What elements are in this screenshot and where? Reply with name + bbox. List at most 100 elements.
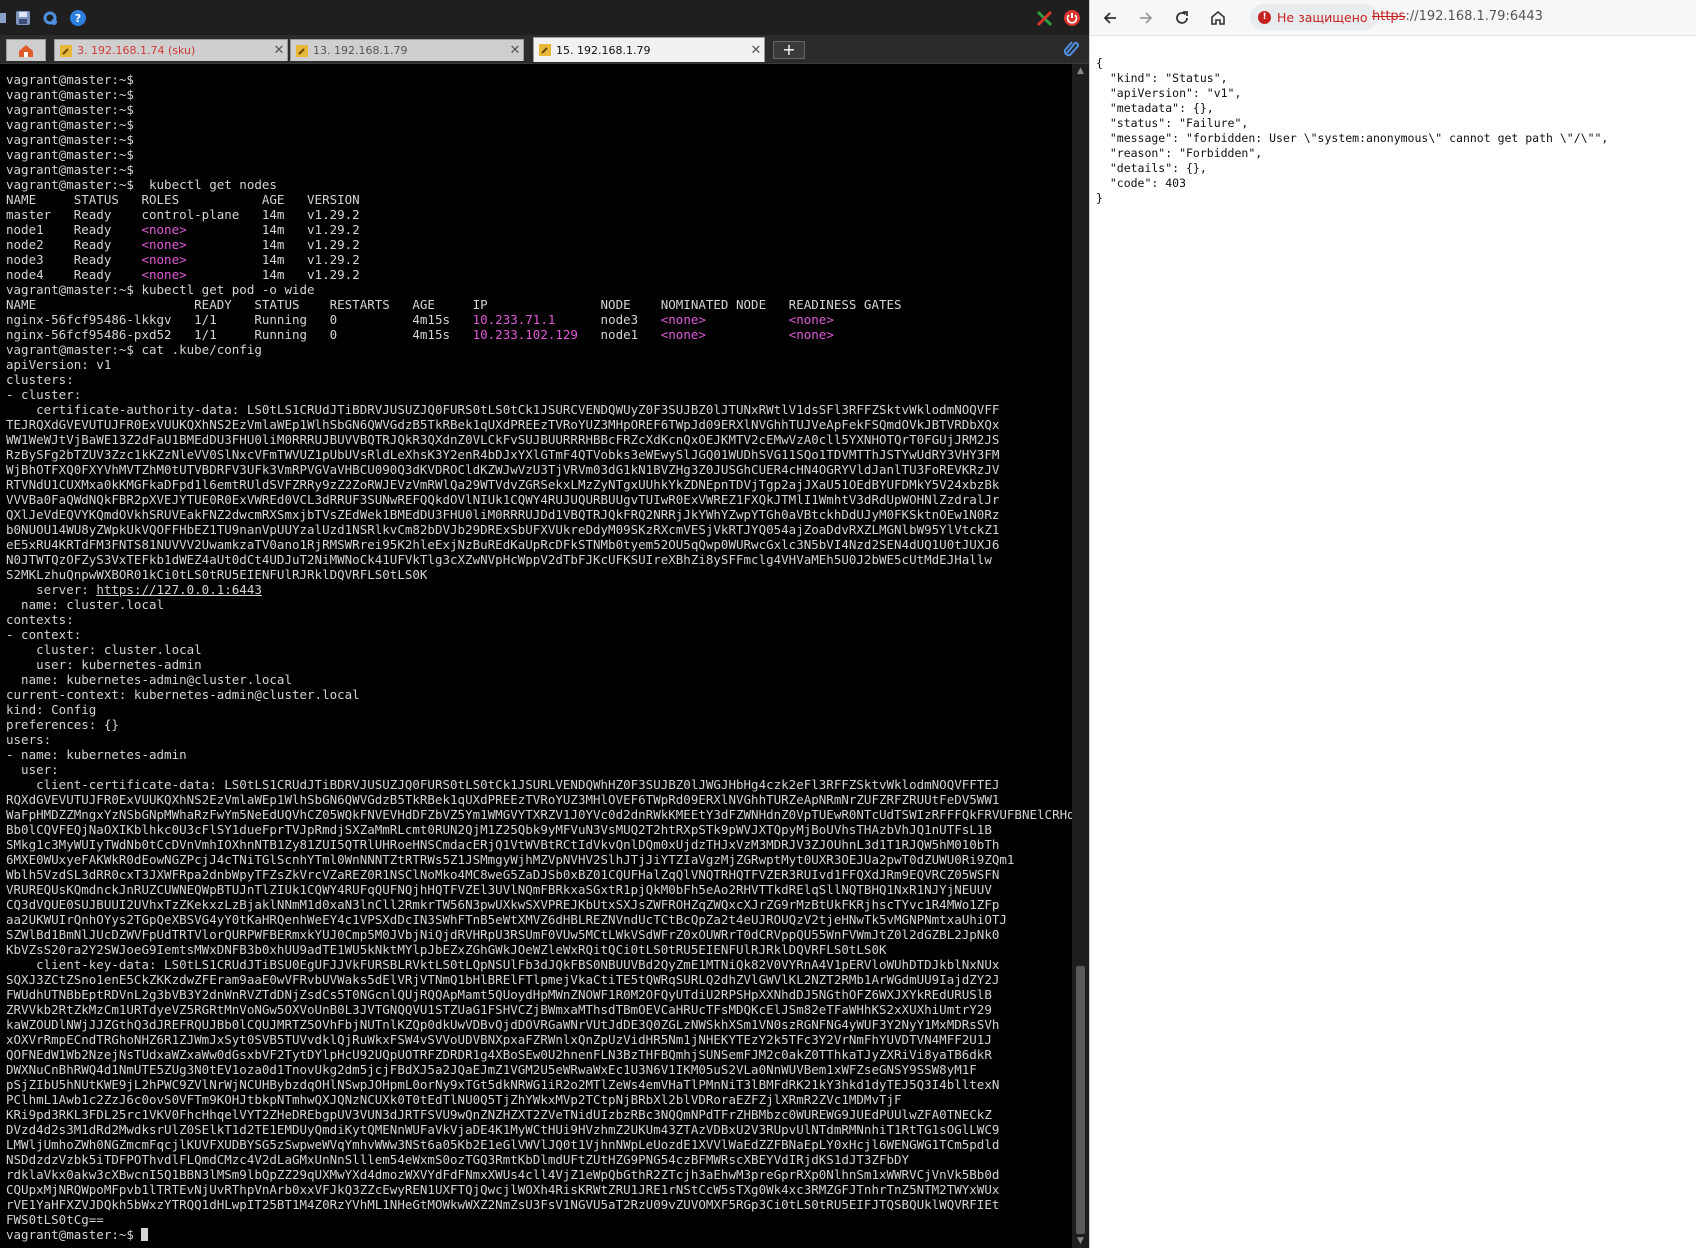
terminal-line: cluster: cluster.local xyxy=(6,642,202,657)
close-icon[interactable]: ✕ xyxy=(271,43,287,58)
terminal-line: RQXdGVEVUTUJFR0ExVUUKQXhNS2EzVmlaWEp1Wlh… xyxy=(6,792,1000,807)
terminal-prompt-line: vagrant@master:~$ xyxy=(6,1227,1072,1242)
tab-label: 3. 192.168.1.74 (sku) xyxy=(77,44,196,57)
tab-session-3[interactable]: 3. 192.168.1.74 (sku) ✕ xyxy=(54,39,288,61)
home-tab[interactable] xyxy=(6,39,46,61)
terminal-line: LMWljUmhoZWh0NGZmcmFqcjlKUVFXUDBYSG5zSwp… xyxy=(6,1137,1000,1152)
scroll-down-icon[interactable]: ▼ xyxy=(1075,1236,1086,1246)
json-line: { xyxy=(1096,56,1103,70)
terminal-text-segment: node4 Ready xyxy=(6,267,142,282)
terminal-line: S2MKLzhuQnpwWXBOR01kCi0tLS0tRU5EIENFUlRJ… xyxy=(6,567,428,582)
terminal-text-segment: node3 Ready xyxy=(6,252,142,267)
terminal-line: - context: xyxy=(6,627,82,642)
terminal-line: name: kubernetes-admin@cluster.local xyxy=(6,672,292,687)
terminal-line: KbVZsS20ra2Y2SWJoeG9IemtsMWxDNFB3b0xhUU9… xyxy=(6,942,887,957)
terminal-line: xOXVrRmpECndTRGhoNHZ6R1ZJWmJxSyt0SVB5TUV… xyxy=(6,1032,992,1047)
json-line: "status": "Failure", xyxy=(1096,116,1249,130)
tab-session-15[interactable]: 15. 192.168.1.79 ✕ xyxy=(533,37,765,62)
terminal-line: RTVNdU1CUXMxa0kKMGFkaDFpd1l6emtRUldSVFZR… xyxy=(6,477,1000,492)
json-line: "apiVersion": "v1", xyxy=(1096,86,1242,100)
scrollbar-thumb[interactable] xyxy=(1076,966,1085,1234)
highlighted-value: <none> xyxy=(141,252,187,267)
back-button[interactable] xyxy=(1098,6,1122,30)
terminal-line: node1 Ready <none> 14m v1.29.2 xyxy=(6,222,1072,237)
terminal-line: vagrant@master:~$ xyxy=(6,87,134,102)
server-url-link[interactable]: https://127.0.0.1:6443 xyxy=(96,582,262,597)
warning-icon: ! xyxy=(1258,10,1271,24)
terminal-icon[interactable] xyxy=(0,9,12,27)
terminal-line: QXlJeVdEQVYKQmdOVkhSRUVEakFNZ2dwcmRXSmxj… xyxy=(6,507,1000,522)
json-line: } xyxy=(1096,191,1103,205)
json-line: "metadata": {}, xyxy=(1096,101,1214,115)
arrow-left-icon xyxy=(1103,12,1116,24)
close-icon[interactable]: ✕ xyxy=(507,43,523,58)
highlighted-value: <none> xyxy=(788,312,834,327)
key-icon xyxy=(538,44,551,57)
terminal-line: DVzd4d2s3M1dRd2MwdksrUlZ0SElkT1d2TE1EMDU… xyxy=(6,1122,1000,1137)
tab-label: 13. 192.168.1.79 xyxy=(313,44,408,57)
terminal-line: current-context: kubernetes-admin@cluste… xyxy=(6,687,360,702)
terminal-line: vagrant@master:~$ xyxy=(6,117,134,132)
terminal-line: client-key-data: LS0tLS1CRUdJTiBSU0EgUFJ… xyxy=(6,957,1000,972)
terminal-text-segment: node1 xyxy=(577,327,661,342)
reload-button[interactable] xyxy=(1170,6,1194,30)
security-status-chip[interactable]: ! Не защищено xyxy=(1250,4,1378,30)
terminal-line: node2 Ready <none> 14m v1.29.2 xyxy=(6,237,1072,252)
save-icon[interactable] xyxy=(14,9,32,27)
browser-toolbar: ! Не защищено https://192.168.1.79:6443 xyxy=(1090,0,1696,36)
svg-text:?: ? xyxy=(75,12,81,25)
address-bar[interactable]: https://192.168.1.79:6443 xyxy=(1372,9,1543,24)
terminal-line: - name: kubernetes-admin xyxy=(6,747,187,762)
app-toolbar: ? xyxy=(0,0,1089,35)
highlighted-value: 10.233.102.129 xyxy=(472,327,578,342)
power-icon[interactable] xyxy=(1063,9,1081,27)
terminal-line: user: xyxy=(6,762,59,777)
terminal-line: user: kubernetes-admin xyxy=(6,657,202,672)
settings-icon[interactable] xyxy=(41,9,59,27)
json-line: "kind": "Status", xyxy=(1096,71,1228,85)
ssh-client-window: ? 3. 192.168.1.74 (sku) ✕ 13. 192.168.1.… xyxy=(0,0,1089,1248)
terminal-line: aa2UKWUIrQnhOYys2TGpQeXBSVG4yY0tKaHRQenh… xyxy=(6,912,1007,927)
highlighted-value: <none> xyxy=(141,267,187,282)
terminal-text-segment: node3 xyxy=(555,312,661,327)
terminal-text-segment: 14m v1.29.2 xyxy=(186,267,360,282)
attach-icon[interactable] xyxy=(1062,39,1080,57)
terminal-line: client-certificate-data: LS0tLS1CRUdJTiB… xyxy=(6,777,1000,792)
home-button[interactable] xyxy=(1206,6,1230,30)
terminal-line: CQ3dVQUE0SUJBUUI2UVhxTzZKekxzLzBjaklNNmM… xyxy=(6,897,1000,912)
terminal-line: vagrant@master:~$ xyxy=(6,147,134,162)
reload-icon xyxy=(1176,11,1188,24)
terminal-line: nginx-56fcf95486-pxd52 1/1 Running 0 4m1… xyxy=(6,327,1072,342)
terminal-line: rdklaVkx0akw3cXBwcnI5Q1BBN3lMSm9lbQpZZ29… xyxy=(6,1167,1000,1182)
terminal-line: FWS0tLS0tCg== xyxy=(6,1212,104,1227)
terminal-line: apiVersion: v1 xyxy=(6,357,112,372)
terminal-line: Bb0lCQVFEQjNaOXIKblhkc0U3cFlSY1dueFprTVJ… xyxy=(6,822,992,837)
terminal-text-segment: node2 Ready xyxy=(6,237,142,252)
close-icon[interactable]: ✕ xyxy=(748,43,764,58)
help-icon[interactable]: ? xyxy=(69,9,87,27)
tools-icon[interactable] xyxy=(1036,9,1054,27)
scroll-up-icon[interactable]: ▲ xyxy=(1075,66,1086,76)
terminal-line: rVE1YaHFXZVJDQkh5bWxzYTRQQ1dHLwpIT25BT1M… xyxy=(6,1197,1000,1212)
terminal-line: SZWlBd1BmNlJUcDZWVFpUdTRTVlorQURPWFBERmx… xyxy=(6,927,1000,942)
terminal-line: vagrant@master:~$ xyxy=(6,72,134,87)
terminal-line: NSDdzdzVzbk5iTDFPOThvdlFLQmdCMzc4V2dLaGM… xyxy=(6,1152,910,1167)
terminal-line: ZRVVkb2RtZkMzCm1URTdyeVZ5RGRtMnVoNGw5OXV… xyxy=(6,1002,992,1017)
forward-button[interactable] xyxy=(1134,6,1158,30)
terminal-scrollbar[interactable]: ▲ ▼ xyxy=(1072,64,1089,1248)
tab-session-13[interactable]: 13. 192.168.1.79 ✕ xyxy=(290,39,524,61)
terminal-line: vagrant@master:~$ cat .kube/config xyxy=(6,342,262,357)
new-tab-button[interactable]: + xyxy=(773,41,805,59)
highlighted-value: 10.233.71.1 xyxy=(472,312,556,327)
terminal-line: master Ready control-plane 14m v1.29.2 xyxy=(6,207,360,222)
session-tabs-bar: 3. 192.168.1.74 (sku) ✕ 13. 192.168.1.79… xyxy=(0,35,1089,64)
terminal-text-segment: node1 Ready xyxy=(6,222,142,237)
terminal-line: DWXNuCnBhRWQ4d1NmUTE5ZUg3N0tEV1oza0d1Tno… xyxy=(6,1062,977,1077)
terminal-line: certificate-authority-data: LS0tLS1CRUdJ… xyxy=(6,402,1000,417)
json-line: "message": "forbidden: User \"system:ano… xyxy=(1096,131,1609,145)
json-line: "reason": "Forbidden", xyxy=(1096,146,1263,160)
terminal-output[interactable]: vagrant@master:~$ vagrant@master:~$ vagran… xyxy=(0,64,1072,1248)
home-icon xyxy=(1211,10,1225,25)
terminal-line: vagrant@master:~$ xyxy=(6,102,134,117)
terminal-line: 6MXE0WUxyeFAKWkR0dEowNGZPcjJ4cTNiTGlScnh… xyxy=(6,852,1015,867)
